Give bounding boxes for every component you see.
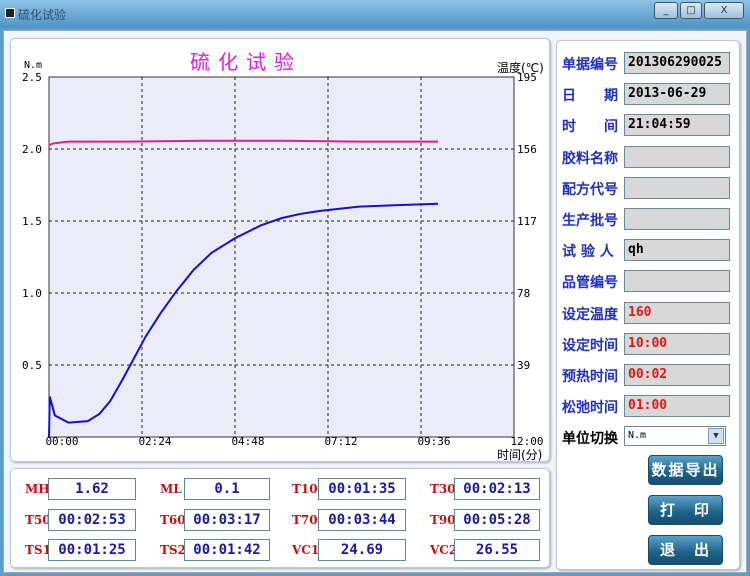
info-label: 生产批号 [562, 213, 618, 229]
y-tick-label: 2.0 [22, 143, 42, 156]
info-field[interactable]: qh [624, 239, 730, 262]
result-value: 1.62 [48, 478, 136, 500]
exit-button[interactable]: 退 出 [648, 535, 723, 565]
info-label: 预热时间 [562, 369, 618, 385]
x-tick-label: 00:00 [45, 435, 78, 448]
result-value: 00:01:25 [48, 539, 136, 561]
unit-select[interactable]: N.m ▼ [624, 426, 726, 446]
info-label: 设定温度 [562, 306, 618, 323]
y-tick-label: 1.5 [22, 215, 42, 228]
y-tick-label: 0.5 [22, 359, 42, 372]
info-field[interactable]: 10:00 [624, 332, 730, 355]
info-label: 设定时间 [562, 337, 618, 354]
y2-tick-label: 156 [517, 143, 537, 156]
y-tick-label: 1.0 [22, 287, 42, 300]
info-field[interactable]: 160 [624, 301, 730, 324]
x-tick-label: 02:24 [138, 435, 171, 448]
info-field[interactable] [624, 176, 730, 199]
result-value: 00:03:17 [184, 508, 270, 531]
info-label: 日 期 [562, 88, 618, 105]
result-label: T70 [292, 512, 318, 527]
info-field[interactable] [624, 145, 730, 168]
y2-tick-label: 195 [517, 71, 537, 84]
result-label: T90 [430, 512, 456, 527]
unit-label: 单位切换 [562, 431, 618, 447]
result-value: 26.55 [454, 539, 540, 561]
result-value: 00:02:13 [454, 478, 540, 500]
result-value: 00:03:44 [318, 508, 406, 531]
result-label: T10 [292, 482, 318, 496]
info-label: 试 验 人 [562, 244, 614, 261]
info-label: 配方代号 [562, 181, 618, 198]
result-label: T30 [430, 482, 456, 496]
x-tick-label: 09:36 [417, 435, 450, 448]
result-value: 00:01:35 [318, 478, 406, 500]
info-field[interactable]: 2013-06-29 [624, 83, 730, 106]
info-field[interactable] [624, 208, 730, 230]
result-value: 0.1 [184, 478, 270, 500]
x-tick-label: 12:00 [510, 435, 543, 448]
result-label: T60 [160, 512, 186, 527]
result-label: MH [25, 482, 50, 496]
result-value: 00:01:42 [184, 539, 270, 561]
unit-value: N.m [628, 430, 647, 441]
y2-tick-label: 39 [517, 359, 530, 372]
export-button[interactable]: 数据导出 [648, 455, 723, 485]
info-field[interactable]: 21:04:59 [624, 114, 730, 137]
info-label: 品管编号 [562, 275, 618, 292]
result-value: 00:05:28 [454, 508, 540, 531]
x-tick-label: 04:48 [231, 435, 264, 448]
result-label: T50 [25, 512, 51, 527]
x-tick-label: 07:12 [324, 435, 357, 448]
y2-tick-label: 117 [517, 215, 537, 228]
info-field[interactable] [624, 270, 730, 293]
info-label: 时 间 [562, 119, 618, 136]
info-label: 单据编号 [562, 57, 618, 73]
info-field[interactable]: 201306290025 [624, 52, 730, 74]
result-value: 24.69 [318, 539, 406, 561]
print-button[interactable]: 打 印 [648, 495, 723, 525]
y-tick-label: 2.5 [22, 71, 42, 84]
result-value: 00:02:53 [48, 508, 136, 531]
result-label: ML [160, 482, 182, 496]
result-label: VC1 [292, 543, 320, 557]
info-field[interactable]: 00:02 [624, 364, 730, 386]
plot-area [48, 76, 515, 438]
info-field[interactable]: 01:00 [624, 395, 730, 418]
info-label: 胶料名称 [562, 150, 618, 167]
info-label: 松弛时间 [562, 400, 618, 417]
chevron-down-icon[interactable]: ▼ [708, 428, 724, 444]
y2-tick-label: 78 [517, 287, 530, 300]
result-label: TS2 [160, 543, 186, 557]
